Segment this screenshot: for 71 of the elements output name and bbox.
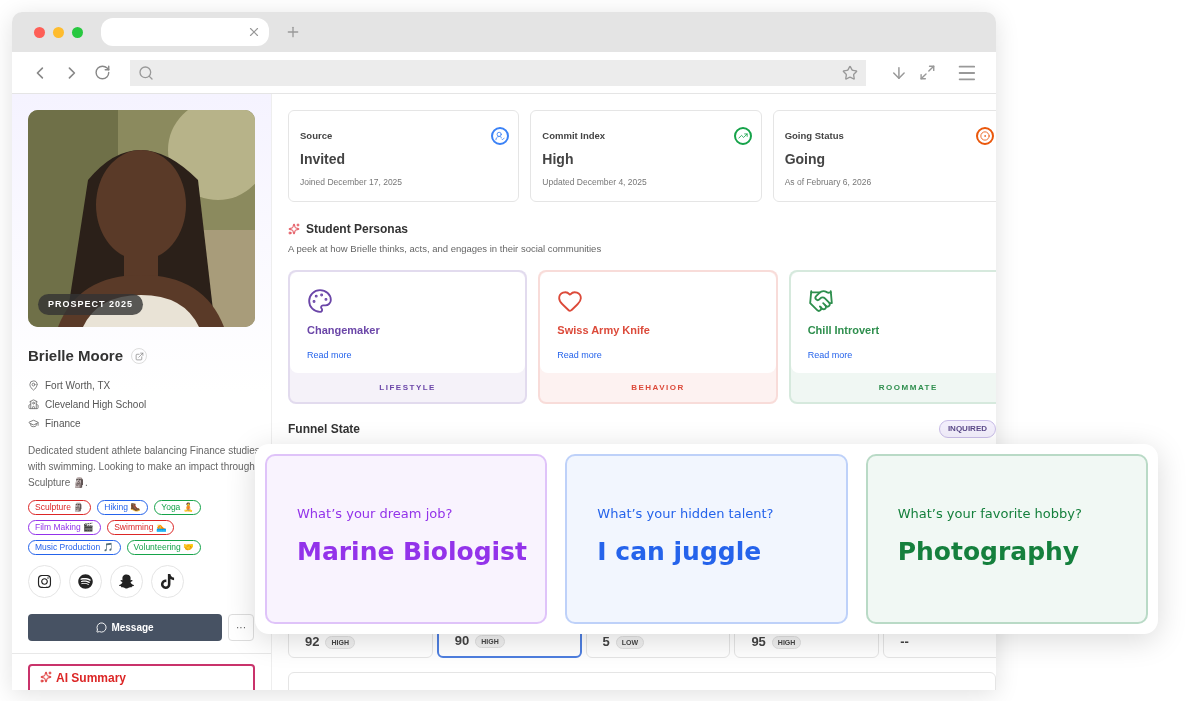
persona-name: Changemaker	[307, 323, 381, 339]
school-icon	[28, 398, 39, 410]
interest-tag: Yoga 🧘	[154, 499, 201, 515]
section-subtitle: A peek at how Brielle thinks, acts, and engages in their social communities	[288, 242, 603, 256]
more-button[interactable]: ···	[228, 613, 254, 641]
stat-note: As of February 6, 2026	[784, 176, 873, 189]
funnel-score: 5	[602, 635, 610, 650]
snapchat-icon[interactable]	[110, 564, 143, 598]
section-title: Student Personas	[306, 221, 409, 238]
new-tab-icon[interactable]	[285, 24, 301, 40]
reload-icon[interactable]	[93, 64, 111, 81]
highlight-question: What’s your hidden talent?	[597, 505, 775, 524]
read-more-link[interactable]: Read more	[307, 348, 509, 363]
funnel-stage-badge: INQUIRED	[938, 420, 996, 439]
read-more-link[interactable]: Read more	[557, 348, 759, 363]
funnel-score: 92	[305, 635, 320, 650]
persona-card[interactable]: Swiss Army Knife Read more BEHAVIOR	[538, 270, 778, 405]
stat-label: Source	[300, 129, 334, 143]
handshake-icon	[807, 288, 834, 315]
tiktok-icon[interactable]	[151, 564, 184, 598]
persona-name: Chill Introvert	[807, 323, 881, 339]
highlight-answer: Marine Biologist	[297, 535, 527, 568]
funnel-score: 95	[751, 635, 766, 650]
palette-icon	[307, 288, 333, 315]
stat-label: Commit Index	[542, 129, 607, 143]
graduation-cap-icon	[28, 417, 39, 429]
interest-tag: Hiking 🥾	[97, 499, 149, 515]
student-name: Brielle Moore	[28, 346, 124, 366]
section-title: Funnel State	[288, 421, 360, 439]
close-window-icon[interactable]	[34, 26, 45, 38]
maximize-window-icon[interactable]	[72, 26, 83, 38]
highlight-answer: I can juggle	[597, 535, 762, 568]
star-icon[interactable]	[841, 64, 858, 81]
chat-bubble-icon	[96, 621, 108, 633]
detail-text: Fort Worth, TX	[45, 378, 111, 393]
search-icon	[138, 64, 155, 81]
highlight-question: What’s your favorite hobby?	[897, 505, 1083, 524]
interest-tag: Music Production 🎵	[28, 539, 121, 555]
persona-category: ROOMMATE	[877, 382, 939, 395]
heart-icon	[557, 288, 584, 315]
message-button[interactable]: Message	[28, 613, 222, 641]
funnel-score: 90	[454, 634, 470, 649]
stat-label: Going Status	[784, 129, 845, 143]
interest-tag: Volunteering 🤝	[126, 539, 202, 555]
highlight-answer: Photography	[897, 535, 1080, 568]
persona-card[interactable]: Changemaker Read more LIFESTYLE	[288, 270, 528, 405]
stat-value: Going	[784, 150, 827, 170]
spotify-icon[interactable]	[69, 564, 102, 598]
persona-name: Swiss Army Knife	[557, 323, 651, 339]
close-tab-icon[interactable]	[247, 25, 261, 39]
stat-note: Updated December 4, 2025	[542, 176, 648, 189]
map-pin-icon	[28, 379, 39, 391]
interest-tag: Sculpture 🗿	[28, 499, 92, 515]
funnel-score: --	[900, 635, 909, 650]
sparkle-icon	[288, 223, 300, 235]
detail-text: Finance	[45, 416, 81, 431]
instagram-icon[interactable]	[28, 564, 61, 598]
stat-value: High	[542, 150, 575, 170]
fullscreen-icon[interactable]	[919, 64, 937, 81]
persona-category: BEHAVIOR	[630, 382, 686, 395]
persona-card[interactable]: Chill Introvert Read more ROOMMATE	[788, 270, 996, 405]
read-more-link[interactable]: Read more	[807, 348, 996, 363]
interest-tag: Film Making 🎬	[28, 519, 102, 535]
stat-note: Joined December 17, 2025	[300, 176, 404, 189]
interest-tag: Swimming 🏊	[107, 519, 174, 535]
stat-value: Invited	[300, 150, 347, 170]
sparkle-icon	[40, 670, 52, 683]
highlight-question: What’s your dream job?	[297, 505, 454, 524]
persona-category: LIFESTYLE	[378, 382, 437, 395]
ai-summary-title: AI Summary	[56, 669, 127, 687]
detail-text: Cleveland High School	[45, 397, 147, 412]
